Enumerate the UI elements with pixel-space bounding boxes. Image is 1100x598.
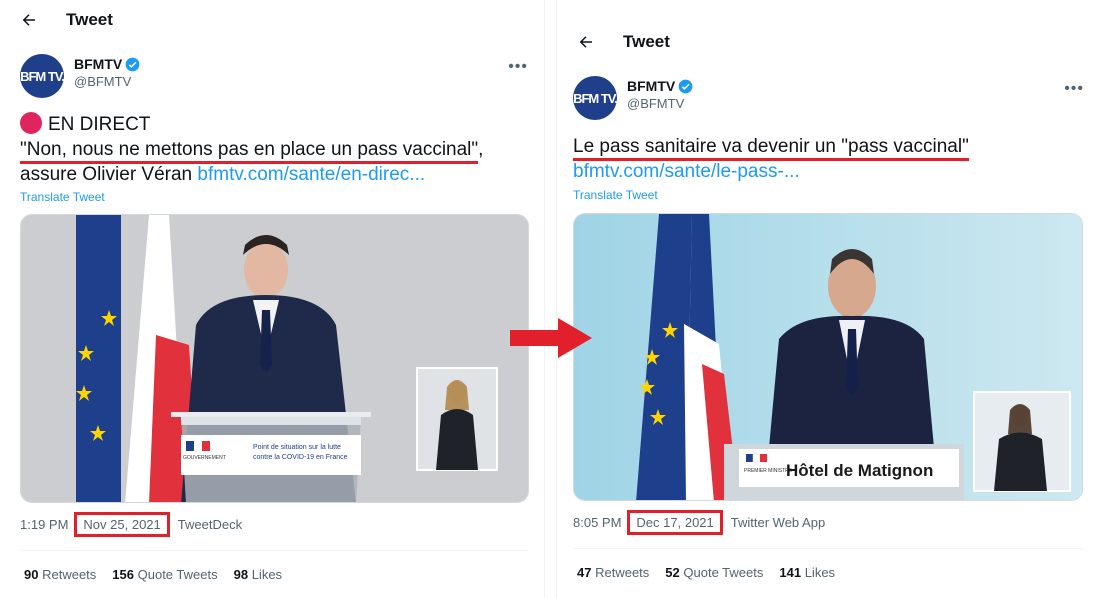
author-handle[interactable]: @BFMTV bbox=[627, 96, 684, 111]
avatar[interactable]: BFM TV. bbox=[573, 76, 618, 120]
more-icon[interactable]: ••• bbox=[1064, 80, 1084, 98]
back-arrow-icon[interactable] bbox=[571, 27, 601, 57]
likes-count: 98 bbox=[233, 567, 249, 582]
tweet-stats: 90 Retweets 156 Quote Tweets 98 Likes bbox=[24, 567, 282, 582]
live-label: EN DIRECT bbox=[48, 114, 151, 135]
tweet-stats: 47 Retweets 52 Quote Tweets 141 Likes bbox=[577, 565, 835, 580]
quotes-count: 52 bbox=[665, 565, 680, 580]
tweet-meta: 1:19 PM Nov 25, 2021 TweetDeck bbox=[20, 512, 242, 537]
tweet-date[interactable]: Dec 17, 2021 bbox=[627, 510, 723, 535]
left-tweet-panel: Tweet BFM TV. BFMTV @BFMTV ••• EN DIRECT… bbox=[0, 0, 545, 598]
quote-highlight: "Non, nous ne mettons pas en place un pa… bbox=[20, 139, 479, 164]
likes-count: 141 bbox=[779, 565, 802, 580]
avatar-logo-text: BFM TV. bbox=[20, 68, 65, 84]
header-title: Tweet bbox=[623, 32, 670, 51]
tweet-link[interactable]: bfmtv.com/sante/en-direc... bbox=[197, 164, 425, 185]
likes-label: Likes bbox=[251, 567, 283, 582]
quotes-stat[interactable]: 52 Quote Tweets bbox=[665, 565, 763, 580]
retweets-count: 47 bbox=[577, 565, 592, 580]
quotes-label: Quote Tweets bbox=[683, 565, 764, 580]
live-dot-icon bbox=[20, 112, 42, 134]
author-block: BFM TV. BFMTV @BFMTV ••• bbox=[573, 76, 1084, 124]
likes-label: Likes bbox=[804, 565, 836, 580]
author-block: BFM TV. BFMTV @BFMTV ••• bbox=[20, 54, 528, 102]
lower-third-line1: Point de situation sur la lutte bbox=[253, 444, 341, 451]
tweet-link[interactable]: bfmtv.com/sante/le-pass-... bbox=[573, 161, 800, 182]
lower-third-title: Hôtel de Matignon bbox=[786, 461, 933, 480]
quote-comma: , bbox=[478, 139, 484, 160]
quotes-label: Quote Tweets bbox=[137, 567, 218, 582]
tweet-video[interactable]: GOUVERNEMENT Point de situation sur la l… bbox=[20, 214, 529, 503]
tweet-text: EN DIRECT "Non, nous ne mettons pas en p… bbox=[20, 112, 532, 187]
retweets-stat[interactable]: 90 Retweets bbox=[24, 567, 96, 582]
retweets-count: 90 bbox=[24, 567, 39, 582]
lower-third-gov: GOUVERNEMENT bbox=[183, 455, 226, 461]
tweet-time: 8:05 PM bbox=[573, 515, 622, 530]
tweet-source[interactable]: Twitter Web App bbox=[731, 515, 825, 530]
lower-third-line2: contre la COVID-19 en France bbox=[253, 454, 348, 461]
tweet-meta: 8:05 PM Dec 17, 2021 Twitter Web App bbox=[573, 510, 825, 535]
likes-stat[interactable]: 98 Likes bbox=[234, 567, 282, 582]
tweet-time: 1:19 PM bbox=[20, 517, 69, 532]
author-handle[interactable]: @BFMTV bbox=[74, 74, 131, 89]
retweets-stat[interactable]: 47 Retweets bbox=[577, 565, 649, 580]
author-name-text: BFMTV bbox=[627, 78, 676, 94]
header-title: Tweet bbox=[66, 10, 113, 29]
back-arrow-icon[interactable] bbox=[14, 5, 44, 35]
tweet-text-rest: assure Olivier Véran bbox=[20, 164, 198, 185]
tweet-text: Le pass sanitaire va devenir un "pass va… bbox=[573, 134, 1088, 184]
more-icon[interactable]: ••• bbox=[508, 58, 528, 76]
right-tweet-panel: Tweet BFM TV. BFMTV @BFMTV ••• Le pass s… bbox=[556, 0, 1100, 598]
tweet-video[interactable]: PREMIER MINISTRE Hôtel de Matignon bbox=[573, 213, 1083, 501]
header: Tweet bbox=[0, 0, 544, 40]
avatar[interactable]: BFM TV. bbox=[20, 54, 65, 98]
retweets-label: Retweets bbox=[42, 567, 97, 582]
red-arrow-icon bbox=[510, 318, 592, 358]
divider bbox=[20, 550, 528, 551]
translate-tweet-link[interactable]: Translate Tweet bbox=[573, 188, 658, 202]
verified-badge-icon bbox=[125, 57, 140, 71]
divider bbox=[573, 548, 1084, 549]
header: Tweet bbox=[557, 22, 1100, 62]
author-name-text: BFMTV bbox=[74, 56, 123, 72]
likes-stat[interactable]: 141 Likes bbox=[779, 565, 835, 580]
translate-tweet-link[interactable]: Translate Tweet bbox=[20, 190, 105, 204]
text-highlight: Le pass sanitaire va devenir un "pass va… bbox=[573, 136, 969, 161]
quotes-stat[interactable]: 156 Quote Tweets bbox=[112, 567, 217, 582]
author-name[interactable]: BFMTV bbox=[627, 78, 693, 94]
verified-badge-icon bbox=[678, 79, 693, 93]
retweets-label: Retweets bbox=[595, 565, 650, 580]
tweet-date[interactable]: Nov 25, 2021 bbox=[74, 512, 170, 537]
tweet-source[interactable]: TweetDeck bbox=[178, 517, 242, 532]
quotes-count: 156 bbox=[112, 567, 134, 582]
author-name[interactable]: BFMTV bbox=[74, 56, 140, 72]
avatar-logo-text: BFM TV. bbox=[573, 90, 618, 106]
